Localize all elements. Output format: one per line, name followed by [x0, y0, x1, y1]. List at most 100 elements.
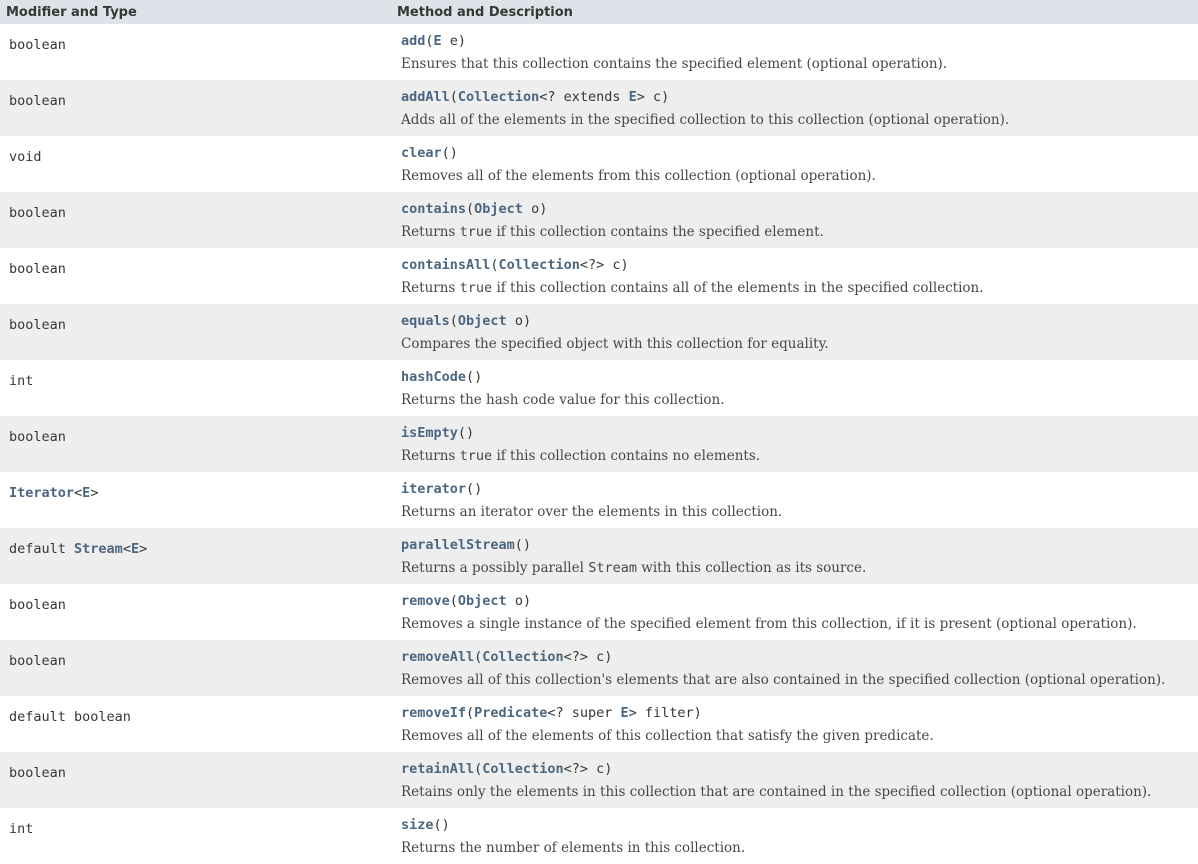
- modifier-text: boolean: [9, 429, 66, 445]
- modifier-text: boolean: [9, 93, 66, 109]
- method-signature: addAll(Collection<? extends E> c): [401, 90, 1198, 105]
- method-link-contains[interactable]: contains: [401, 201, 466, 217]
- modifier-type-cell: boolean: [0, 416, 391, 472]
- table-row: boolean contains(Object o) Returns true if…: [0, 192, 1198, 248]
- modifier-type-cell: boolean: [0, 192, 391, 248]
- table-row: boolean add(E e) Ensures that this collect…: [0, 24, 1198, 80]
- method-link-iterator[interactable]: iterator: [401, 481, 466, 497]
- modifier-type: boolean: [9, 37, 66, 53]
- method-signature: containsAll(Collection<?> c): [401, 258, 1198, 273]
- description-text: Returns: [401, 280, 460, 296]
- method-text: > c): [636, 89, 670, 105]
- method-link-e[interactable]: E: [629, 89, 637, 105]
- method-link-remove[interactable]: remove: [401, 593, 450, 609]
- table-row: boolean isEmpty() Returns true if this col…: [0, 416, 1198, 472]
- method-link-isempty[interactable]: isEmpty: [401, 425, 458, 441]
- modifier-type-cell: boolean: [0, 752, 391, 808]
- table-row: void clear() Removes all of the elements f…: [0, 136, 1198, 192]
- method-summary-table: Modifier and Type Method and Description…: [0, 0, 1198, 864]
- description-text: Returns: [401, 448, 460, 464]
- method-description: Ensures that this collection contains th…: [401, 57, 1198, 72]
- method-text: > filter): [628, 705, 702, 721]
- description-text: Ensures that this collection contains th…: [401, 56, 948, 72]
- modifier-type-cell: boolean: [0, 584, 391, 640]
- method-text: (: [490, 257, 499, 273]
- method-link-containsall[interactable]: containsAll: [401, 257, 490, 273]
- modifier-type: boolean: [9, 597, 66, 613]
- method-link-e[interactable]: E: [620, 705, 628, 721]
- method-signature: add(E e): [401, 34, 1198, 49]
- method-link-object[interactable]: Object: [458, 313, 507, 329]
- modifier-text: boolean: [9, 37, 66, 53]
- description-text: Returns an iterator over the elements in…: [401, 504, 783, 520]
- modifier-type-cell: boolean: [0, 80, 391, 136]
- method-link-hashcode[interactable]: hashCode: [401, 369, 466, 385]
- method-link-predicate[interactable]: Predicate: [474, 705, 547, 721]
- method-link-size[interactable]: size: [401, 817, 434, 833]
- method-link-addall[interactable]: addAll: [401, 89, 450, 105]
- modifier-type-cell: void: [0, 136, 391, 192]
- method-text: (): [441, 145, 458, 161]
- method-text: <?> c): [579, 257, 629, 273]
- method-link-collection[interactable]: Collection: [458, 89, 539, 105]
- description-text: Retains only the elements in this collec…: [401, 784, 1152, 800]
- method-description: Compares the specified object with this …: [401, 337, 1198, 352]
- method-link-collection[interactable]: Collection: [482, 649, 563, 665]
- method-description-cell: addAll(Collection<? extends E> c) Adds al…: [391, 80, 1198, 136]
- method-description-cell: iterator() Returns an iterator over the e…: [391, 472, 1198, 528]
- method-link-object[interactable]: Object: [474, 201, 523, 217]
- table-row: default Stream<E> parallelStream() Returns…: [0, 528, 1198, 584]
- modifier-type: boolean: [9, 429, 66, 445]
- modifier-type-cell: boolean: [0, 304, 391, 360]
- modifier-type-cell: Iterator<E>: [0, 472, 391, 528]
- method-link-collection[interactable]: Collection: [499, 257, 580, 273]
- method-link-object[interactable]: Object: [458, 593, 507, 609]
- modifier-type-cell: default boolean: [0, 696, 391, 752]
- modifier-type: void: [9, 149, 42, 165]
- method-link-removeif[interactable]: removeIf: [401, 705, 466, 721]
- description-text: if this collection contains the specifie…: [492, 224, 824, 240]
- method-text: (: [449, 313, 458, 329]
- modifier-link-e[interactable]: E: [131, 541, 139, 557]
- method-signature: removeIf(Predicate<? super E> filter): [401, 706, 1198, 721]
- method-text: o): [522, 201, 548, 217]
- method-link-equals[interactable]: equals: [401, 313, 450, 329]
- modifier-link-stream[interactable]: Stream: [74, 541, 123, 557]
- modifier-text: boolean: [9, 653, 66, 669]
- method-link-clear[interactable]: clear: [401, 145, 442, 161]
- method-text: (: [425, 33, 434, 49]
- method-description: Returns the number of elements in this c…: [401, 841, 1198, 856]
- method-text: e): [441, 33, 467, 49]
- method-link-e[interactable]: E: [434, 33, 442, 49]
- description-text: Returns the number of elements in this c…: [401, 840, 746, 856]
- modifier-text: boolean: [9, 765, 66, 781]
- method-link-removeall[interactable]: removeAll: [401, 649, 474, 665]
- method-link-collection[interactable]: Collection: [482, 761, 563, 777]
- method-text: (: [449, 89, 458, 105]
- modifier-type-cell: default Stream<E>: [0, 528, 391, 584]
- description-text: Removes all of this collection's element…: [401, 672, 1166, 688]
- modifier-link-iterator[interactable]: Iterator: [9, 485, 74, 501]
- table-row: boolean remove(Object o) Removes a single …: [0, 584, 1198, 640]
- method-description-cell: size() Returns the number of elements in …: [391, 808, 1198, 864]
- table-row: default boolean removeIf(Predicate<? supe…: [0, 696, 1198, 752]
- table-row: int size() Returns the number of elements …: [0, 808, 1198, 864]
- description-text: Removes a single instance of the specifi…: [401, 616, 1137, 632]
- method-description-cell: equals(Object o) Compares the specified o…: [391, 304, 1198, 360]
- modifier-type-cell: int: [0, 808, 391, 864]
- method-description: Removes all of the elements of this coll…: [401, 729, 1198, 744]
- modifier-text: void: [9, 149, 42, 165]
- method-link-add[interactable]: add: [401, 33, 425, 49]
- table-row: boolean retainAll(Collection<?> c) Retains…: [0, 752, 1198, 808]
- method-link-parallelstream[interactable]: parallelStream: [401, 537, 515, 553]
- method-description: Removes all of the elements from this co…: [401, 169, 1198, 184]
- modifier-type-cell: boolean: [0, 640, 391, 696]
- modifier-type: Iterator<E>: [9, 485, 98, 501]
- method-description: Returns the hash code value for this col…: [401, 393, 1198, 408]
- method-description: Adds all of the elements in the specifie…: [401, 113, 1198, 128]
- method-link-retainall[interactable]: retainAll: [401, 761, 474, 777]
- method-description-cell: parallelStream() Returns a possibly paral…: [391, 528, 1198, 584]
- table-row: int hashCode() Returns the hash code value…: [0, 360, 1198, 416]
- modifier-type: boolean: [9, 765, 66, 781]
- modifier-text: int: [9, 373, 34, 389]
